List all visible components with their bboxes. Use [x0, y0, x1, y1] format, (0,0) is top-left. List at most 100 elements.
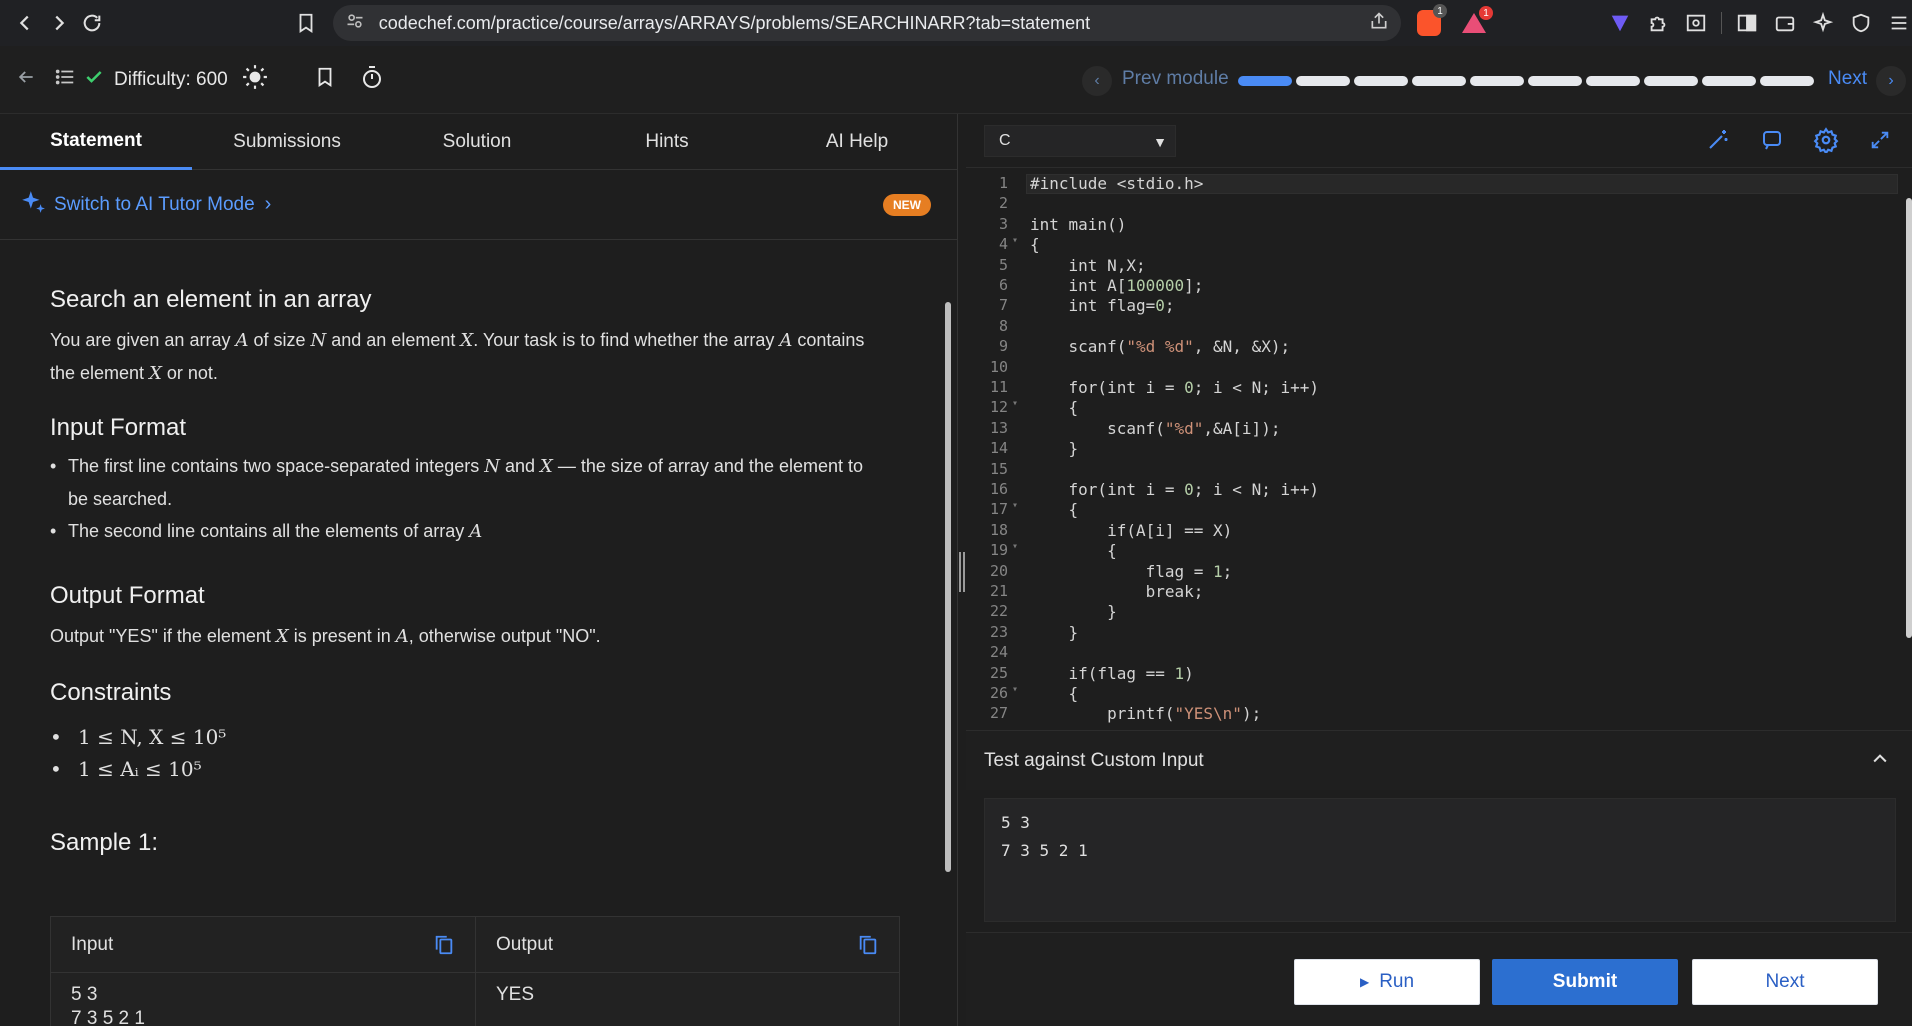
code-line[interactable]: 16 for(int i = 0; i < N; i++) — [966, 480, 1912, 500]
ai-tutor-row[interactable]: Switch to AI Tutor Mode › NEW — [0, 170, 957, 240]
code-line[interactable]: 14 } — [966, 439, 1912, 459]
code-line[interactable]: 4 ▾ { — [966, 235, 1912, 255]
leo-ai-icon[interactable] — [1810, 10, 1836, 36]
problem-list-icon[interactable] — [54, 66, 76, 93]
code-line[interactable]: 9 scanf("%d %d", &N, &X); — [966, 337, 1912, 357]
fold-arrow-icon[interactable]: ▾ — [1012, 398, 1018, 409]
back-arrow-icon[interactable] — [8, 5, 42, 41]
ai-tutor-link[interactable]: Switch to AI Tutor Mode — [54, 194, 255, 216]
theme-toggle-sun-icon[interactable] — [242, 64, 268, 95]
stopwatch-icon[interactable] — [360, 65, 384, 94]
code-line[interactable]: 13 scanf("%d",&A[i]); — [966, 419, 1912, 439]
custom-input-header[interactable]: Test against Custom Input — [966, 730, 1912, 790]
vpn-shield-icon[interactable] — [1848, 10, 1874, 36]
run-button[interactable]: ▶ Run — [1294, 959, 1480, 1005]
code-line[interactable]: 5 int N,X; — [966, 256, 1912, 276]
extensions-puzzle-icon[interactable] — [1645, 10, 1671, 36]
code-line[interactable]: 7 int flag=0; — [966, 296, 1912, 316]
tab-statement[interactable]: Statement — [0, 114, 192, 170]
code-text[interactable]: int flag=0; — [1030, 296, 1175, 315]
bookmark-page-icon[interactable] — [289, 5, 323, 41]
fold-arrow-icon[interactable]: ▾ — [1012, 500, 1018, 511]
next-module-link[interactable]: Next — [1828, 68, 1867, 90]
code-line[interactable]: 22 } — [966, 602, 1912, 622]
forward-arrow-icon[interactable] — [42, 5, 76, 41]
code-text[interactable]: printf("YES\n"); — [1030, 704, 1261, 723]
code-line[interactable]: 8 — [966, 317, 1912, 337]
code-line[interactable]: 18 if(A[i] == X) — [966, 521, 1912, 541]
code-line[interactable]: 1 #include <stdio.h> — [966, 174, 1912, 194]
code-text[interactable]: int N,X; — [1030, 256, 1146, 275]
prev-module-link[interactable]: Prev module — [1122, 68, 1229, 90]
panel-resize-handle[interactable] — [958, 552, 966, 592]
code-line[interactable]: 3 int main() — [966, 215, 1912, 235]
magic-wand-icon[interactable] — [1704, 126, 1732, 154]
fold-arrow-icon[interactable]: ▾ — [1012, 684, 1018, 695]
tab-ai-help[interactable]: AI Help — [762, 114, 952, 170]
code-line[interactable]: 21 break; — [966, 582, 1912, 602]
code-line[interactable]: 27 printf("YES\n"); — [966, 704, 1912, 724]
tab-solution[interactable]: Solution — [382, 114, 572, 170]
code-text[interactable]: { — [1030, 684, 1079, 703]
brave-shield-icon[interactable]: 1 — [1416, 4, 1447, 36]
code-text[interactable]: } — [1030, 623, 1079, 642]
fold-arrow-icon[interactable]: ▾ — [1012, 541, 1018, 552]
fold-arrow-icon[interactable]: ▾ — [1012, 235, 1018, 246]
code-editor[interactable]: 1 #include <stdio.h> 2 3 int main() 4 ▾ {5 int … — [966, 168, 1912, 730]
code-text[interactable]: { — [1030, 398, 1079, 417]
custom-input-textarea[interactable]: 5 3 7 3 5 2 1 — [984, 798, 1896, 922]
code-text[interactable]: if(flag == 1) — [1030, 664, 1194, 683]
code-line[interactable]: 11 for(int i = 0; i < N; i++) — [966, 378, 1912, 398]
code-line[interactable]: 20 flag = 1; — [966, 562, 1912, 582]
settings-gear-icon[interactable] — [1812, 126, 1840, 154]
address-bar[interactable]: codechef.com/practice/course/arrays/ARRA… — [332, 5, 1401, 41]
language-select[interactable]: C ▼ — [984, 124, 1176, 157]
code-text[interactable]: { — [1030, 235, 1040, 254]
code-text[interactable]: scanf("%d %d", &N, &X); — [1030, 337, 1291, 356]
tab-hints[interactable]: Hints — [572, 114, 762, 170]
code-line[interactable]: 26 ▾ { — [966, 684, 1912, 704]
prev-module-chevron-icon[interactable]: ‹ — [1082, 66, 1112, 96]
copy-icon[interactable] — [433, 933, 455, 963]
code-text[interactable]: if(A[i] == X) — [1030, 521, 1232, 540]
brave-rewards-icon[interactable]: 1 — [1461, 6, 1493, 34]
code-line[interactable]: 6 int A[100000]; — [966, 276, 1912, 296]
menu-hamburger-icon[interactable] — [1886, 10, 1912, 36]
reload-icon[interactable] — [75, 5, 109, 41]
code-text[interactable]: break; — [1030, 582, 1204, 601]
fullscreen-icon[interactable] — [1866, 126, 1894, 154]
code-text[interactable]: flag = 1; — [1030, 562, 1233, 581]
code-line[interactable]: 15 — [966, 460, 1912, 480]
code-text[interactable]: int main() — [1030, 215, 1126, 234]
site-settings-icon[interactable] — [345, 11, 367, 36]
wallet-icon[interactable] — [1772, 10, 1798, 36]
code-line[interactable]: 12 ▾ { — [966, 398, 1912, 418]
code-line[interactable]: 10 — [966, 358, 1912, 378]
code-text[interactable]: for(int i = 0; i < N; i++) — [1030, 480, 1319, 499]
code-line[interactable]: 17 ▾ { — [966, 500, 1912, 520]
code-text[interactable]: } — [1030, 439, 1079, 458]
tab-submissions[interactable]: Submissions — [192, 114, 382, 170]
reset-code-icon[interactable] — [1758, 126, 1786, 154]
sidebar-toggle-icon[interactable] — [1734, 10, 1760, 36]
code-line[interactable]: 23 } — [966, 623, 1912, 643]
code-text[interactable]: { — [1030, 541, 1117, 560]
copy-icon[interactable] — [857, 933, 879, 963]
code-line[interactable]: 2 — [966, 194, 1912, 214]
next-button[interactable]: Next — [1692, 959, 1878, 1005]
back-arrow-icon[interactable] — [16, 67, 36, 92]
code-text[interactable]: } — [1030, 602, 1117, 621]
code-text[interactable]: #include <stdio.h> — [1030, 174, 1203, 193]
code-text[interactable]: scanf("%d",&A[i]); — [1030, 419, 1280, 438]
next-module-chevron-icon[interactable]: › — [1876, 66, 1906, 96]
code-text[interactable]: int A[100000]; — [1030, 276, 1204, 295]
bookmark-problem-icon[interactable] — [314, 65, 336, 94]
vpn-icon[interactable] — [1607, 10, 1633, 36]
code-text[interactable]: { — [1030, 500, 1079, 519]
url-text[interactable]: codechef.com/practice/course/arrays/ARRA… — [379, 13, 1359, 34]
chevron-right-icon[interactable]: › — [265, 193, 272, 216]
code-line[interactable]: 19 ▾ { — [966, 541, 1912, 561]
share-icon[interactable] — [1369, 11, 1389, 36]
statement-scrollbar[interactable] — [945, 302, 951, 872]
code-line[interactable]: 25 if(flag == 1) — [966, 664, 1912, 684]
